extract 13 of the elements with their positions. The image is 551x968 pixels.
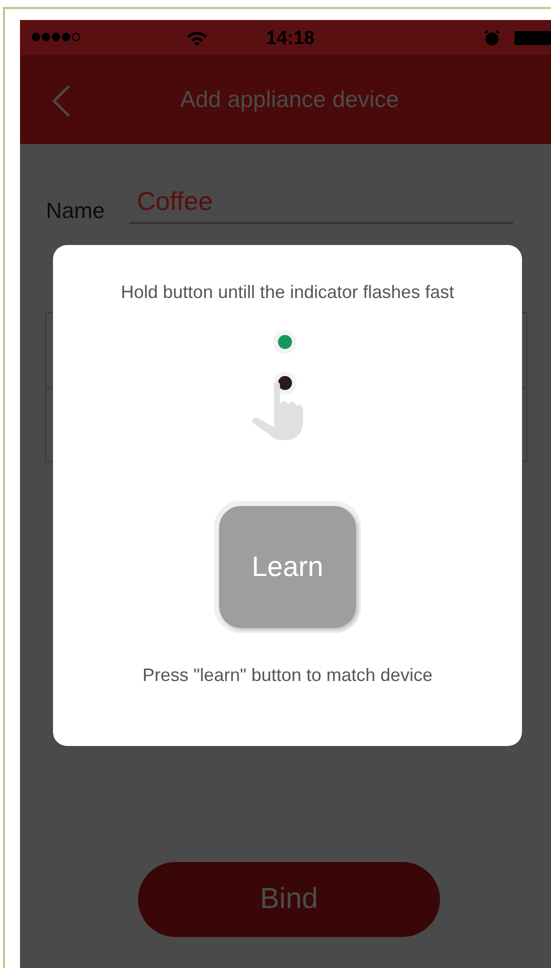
status-time: 14:18 [266,28,315,50]
learn-button[interactable]: Learn [219,506,356,628]
name-input-field[interactable]: Coffee [128,186,513,224]
hint-text: Press "learn" button to match device [142,665,432,686]
screen-title: Add appliance device [180,86,399,113]
battery-icon [514,30,551,46]
alarm-clock-icon [484,30,500,46]
wifi-icon [186,30,208,46]
instruction-text: Hold button untill the indicator flashes fast [120,282,454,303]
back-icon[interactable] [51,84,71,118]
signal-icon [31,32,83,42]
bind-button[interactable]: Bind [138,862,440,937]
name-label: Name [46,198,105,224]
